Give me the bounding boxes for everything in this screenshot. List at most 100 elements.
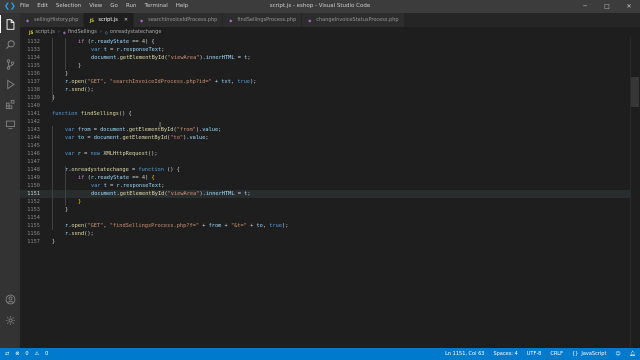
- encoding[interactable]: UTF-8: [527, 351, 542, 357]
- tab-searchinvoiceidprocess-php[interactable]: ◆ searchInvoiceIdProcess.php: [134, 13, 224, 27]
- menu-item-run[interactable]: Run: [122, 0, 141, 13]
- minimize-icon[interactable]: ─: [574, 0, 596, 13]
- code-token: document: [100, 127, 126, 133]
- code-token: "GET": [87, 223, 104, 229]
- code-line[interactable]: 1154: [20, 214, 630, 222]
- code-line[interactable]: 1152}: [20, 198, 630, 206]
- code-token: =: [234, 191, 245, 197]
- code-line[interactable]: 1137 r.open("GET", "searchInvoiceIdProces…: [20, 78, 630, 86]
- code-editor[interactable]: I 1132 if (r.readyState == 4) {1133 var t …: [20, 37, 640, 348]
- close-window-icon[interactable]: ✕: [618, 0, 640, 13]
- code-line[interactable]: 1135}: [20, 62, 630, 70]
- language-braces-icon: {}: [571, 351, 579, 357]
- code-token: getElementById: [119, 55, 165, 61]
- code-line[interactable]: 1155 r.open("GET", "findSellingsProcess.p…: [20, 222, 630, 230]
- code-line[interactable]: 1138 r.send();: [20, 86, 630, 94]
- code-token: =: [234, 55, 245, 61]
- code-token: send: [71, 231, 85, 237]
- code-line[interactable]: 1147: [20, 158, 630, 166]
- line-number: 1141: [27, 111, 40, 117]
- code-token: ;: [205, 135, 209, 141]
- feedback-icon[interactable]: ☺: [615, 351, 620, 357]
- error-count[interactable]: 0: [25, 351, 28, 357]
- scrollbar-thumb[interactable]: [631, 77, 639, 107]
- code-line[interactable]: 1145: [20, 142, 630, 150]
- code-line[interactable]: 1148 r.onreadystatechange = function () {: [20, 166, 630, 174]
- menu-item-view[interactable]: View: [85, 0, 106, 13]
- chevron-right-icon: ›: [99, 29, 102, 35]
- code-token: ;: [161, 183, 165, 189]
- code-token: open: [71, 223, 85, 229]
- code-token: ();: [84, 87, 94, 93]
- code-text: var r = new XMLHttpRequest();: [65, 150, 158, 158]
- code-line[interactable]: 1144 var to = document.getElementById("to…: [20, 134, 630, 142]
- code-token: function: [138, 167, 168, 173]
- line-number: 1155: [27, 223, 40, 229]
- vertical-scrollbar[interactable]: [630, 37, 640, 348]
- code-line[interactable]: 1134 document.getElementById("viewArea").…: [20, 54, 630, 62]
- menu-item-edit[interactable]: Edit: [33, 0, 52, 13]
- code-line[interactable]: 1142: [20, 118, 630, 126]
- code-line[interactable]: 1150 var t = r.responseText;: [20, 182, 630, 190]
- code-text: r.open("GET", "searchInvoiceIdProcess.ph…: [65, 78, 256, 86]
- line-ending[interactable]: CRLF: [550, 351, 563, 357]
- warning-count[interactable]: 0: [45, 351, 48, 357]
- code-token: "GET": [87, 79, 104, 85]
- maximize-icon[interactable]: □: [596, 0, 618, 13]
- code-token: () {: [167, 167, 180, 173]
- line-number: 1140: [27, 103, 40, 109]
- close-tab-icon[interactable]: ✕: [124, 17, 128, 23]
- cursor-position[interactable]: Ln 1151, Col 63: [445, 351, 484, 357]
- code-token: var: [91, 47, 104, 53]
- breadcrumb-file[interactable]: script.js: [35, 29, 55, 35]
- language-mode[interactable]: JavaScript: [581, 351, 606, 357]
- code-token: "viewArea": [167, 191, 200, 197]
- code-text: var t = r.responseText;: [91, 46, 164, 54]
- tab-changeinvoicestatusprocess-php[interactable]: ◆ changeInvoiceStatusProcess.php: [302, 13, 405, 27]
- code-line[interactable]: 1151 document.getElementById("viewArea").…: [20, 190, 630, 198]
- code-line[interactable]: 1153}: [20, 206, 630, 214]
- line-number: 1150: [27, 183, 40, 189]
- explorer-icon[interactable]: [0, 15, 20, 33]
- breadcrumb-function[interactable]: findSellings: [68, 29, 97, 35]
- code-token: );: [250, 79, 257, 85]
- search-icon[interactable]: [0, 35, 20, 53]
- menu-item-selection[interactable]: Selection: [52, 0, 85, 13]
- code-line[interactable]: 1157}: [20, 238, 630, 246]
- tab-script-js[interactable]: JS script.js ✕: [84, 13, 135, 27]
- code-token: "&t=": [230, 223, 247, 229]
- code-line[interactable]: 1141 function findSellings() {: [20, 110, 630, 118]
- code-token: new: [90, 151, 104, 157]
- menu-item-help[interactable]: Help: [172, 0, 193, 13]
- menu-item-go[interactable]: Go: [106, 0, 122, 13]
- menu-item-terminal[interactable]: Terminal: [140, 0, 171, 13]
- tab-findsellingsprocess-php[interactable]: ◆ findSellingsProcess.php: [223, 13, 303, 27]
- code-line[interactable]: 1136}: [20, 70, 630, 78]
- source-control-icon[interactable]: [0, 55, 20, 73]
- breadcrumb: JS script.js › ◈ findSellings › ◇ onread…: [20, 27, 640, 37]
- code-line[interactable]: 1149 if (r.readyState == 4) {: [20, 174, 630, 182]
- code-line[interactable]: 1146 var r = new XMLHttpRequest();: [20, 150, 630, 158]
- code-line[interactable]: 1143 var from = document.getElementById("…: [20, 126, 630, 134]
- code-line[interactable]: 1132 if (r.readyState == 4) {: [20, 38, 630, 46]
- breadcrumb-symbol[interactable]: onreadystatechange: [110, 29, 162, 35]
- code-line[interactable]: 1139}: [20, 94, 630, 102]
- code-token: +: [221, 223, 231, 229]
- code-line[interactable]: 1156 r.send();: [20, 230, 630, 238]
- notifications-bell-icon[interactable]: 🔔︎: [630, 351, 636, 357]
- code-line[interactable]: 1133 var t = r.responseText;: [20, 46, 630, 54]
- indent-guide: [52, 38, 53, 102]
- code-line[interactable]: 1140: [20, 102, 630, 110]
- code-token: value: [202, 127, 219, 133]
- remote-explorer-icon[interactable]: [0, 115, 20, 133]
- activity-bar: [0, 13, 20, 348]
- extensions-icon[interactable]: [0, 95, 20, 113]
- menu-item-file[interactable]: File: [16, 0, 33, 13]
- settings-gear-icon[interactable]: [0, 311, 20, 329]
- tab-sellinghistory-php[interactable]: ◆ sellingHistory.php: [20, 13, 85, 27]
- code-text: document.getElementById("viewArea").inne…: [91, 190, 251, 198]
- run-debug-icon[interactable]: [0, 75, 20, 93]
- accounts-icon[interactable]: [0, 290, 20, 308]
- indentation[interactable]: Spaces: 4: [493, 351, 517, 357]
- remote-indicator-icon[interactable]: ⇄: [5, 351, 9, 357]
